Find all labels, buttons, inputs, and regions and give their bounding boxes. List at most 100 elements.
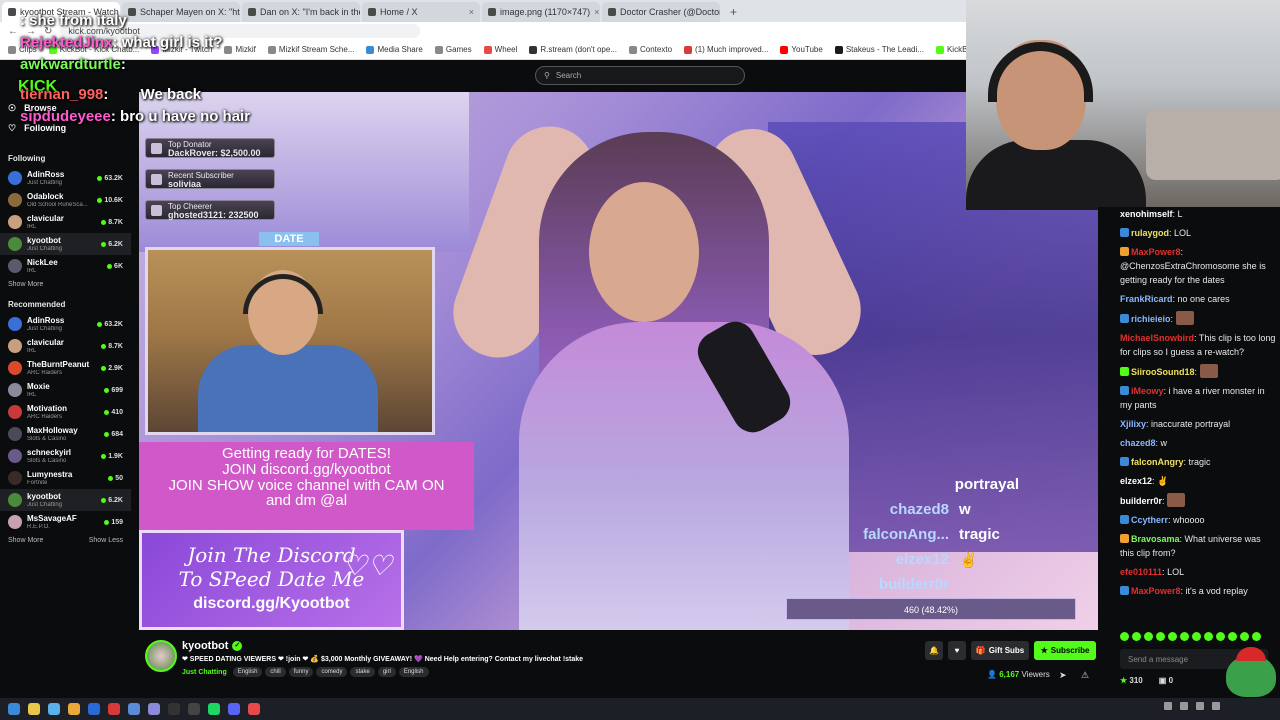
- emote-row[interactable]: [1120, 632, 1261, 641]
- chat-username[interactable]: falconAngry: [1131, 457, 1184, 467]
- spotify-icon[interactable]: [208, 703, 220, 715]
- app-icon[interactable]: [248, 703, 260, 715]
- back-icon[interactable]: ←: [8, 26, 18, 37]
- sidebar-channel-lumynestra[interactable]: Lumynestra Fortnite 50: [8, 467, 123, 489]
- bookmark-item[interactable]: Media Share: [366, 45, 423, 54]
- video-player[interactable]: Top Donator DackRover: $2,500.00 Recent S…: [139, 92, 1098, 630]
- stream-tag[interactable]: funny: [288, 667, 314, 677]
- chat-username[interactable]: chazed8: [1120, 438, 1156, 448]
- chat-username[interactable]: rulaygod: [1131, 228, 1169, 238]
- chat-username[interactable]: elzex12: [1120, 476, 1152, 486]
- follow-heart-button[interactable]: ♥: [948, 641, 966, 660]
- sidebar-channel-odablock[interactable]: Odablock Old School RuneSca... 10.6K: [8, 189, 123, 211]
- chat-username[interactable]: builderr0r: [1120, 496, 1162, 506]
- stream-tag[interactable]: English: [398, 667, 429, 677]
- app-icon[interactable]: [108, 703, 120, 715]
- sidebar-channel-mssavageaf[interactable]: MsSavageAF R.E.P.O. 159: [8, 511, 123, 533]
- share-icon[interactable]: ➤: [1059, 670, 1067, 681]
- stream-tag[interactable]: girl: [377, 667, 396, 677]
- streamer-name-text[interactable]: kyootbot: [182, 640, 228, 652]
- tray-icon[interactable]: [1212, 702, 1220, 710]
- stream-tag[interactable]: stake: [350, 667, 375, 677]
- new-tab-icon[interactable]: +: [722, 2, 745, 22]
- close-icon[interactable]: ×: [469, 7, 474, 17]
- chat-username[interactable]: MichaelSnowbird: [1120, 333, 1194, 343]
- discord-icon[interactable]: [228, 703, 240, 715]
- notification-bell-button[interactable]: 🔔: [925, 641, 943, 660]
- emote-icon[interactable]: [1168, 632, 1177, 641]
- sidebar-channel-nicklee[interactable]: NickLee IRL 6K: [8, 255, 123, 277]
- report-icon[interactable]: ⚠: [1081, 670, 1089, 681]
- app-icon[interactable]: [128, 703, 140, 715]
- app-icon[interactable]: [88, 703, 100, 715]
- stream-tag[interactable]: chill: [265, 667, 286, 677]
- file-explorer-icon[interactable]: [28, 703, 40, 715]
- browser-tab[interactable]: Dan on X: "I'm back in the FUC...×: [242, 2, 360, 22]
- browser-tab[interactable]: Home / X ×: [362, 2, 480, 22]
- sidebar-channel-kyootbot[interactable]: kyootbot Just Chatting 6.2K: [0, 233, 131, 255]
- app-icon[interactable]: [148, 703, 160, 715]
- close-icon[interactable]: ×: [594, 7, 599, 17]
- app-icon[interactable]: [188, 703, 200, 715]
- emote-icon[interactable]: [1240, 632, 1249, 641]
- sidebar-channel-adinross[interactable]: AdinRoss Just Chatting 63.2K: [8, 313, 123, 335]
- tray-icon[interactable]: [1196, 702, 1204, 710]
- sidebar-channel-motivation[interactable]: Motivation ARC Raiders 410: [8, 401, 123, 423]
- emote-icon[interactable]: [1132, 632, 1141, 641]
- browser-tab[interactable]: Doctor Crasher (@DoctorCrash...×: [602, 2, 720, 22]
- chat-username[interactable]: Ccytherr: [1131, 515, 1168, 525]
- windows-start-icon[interactable]: [8, 703, 20, 715]
- bookmark-item[interactable]: KickBot Clip Comm...: [935, 45, 966, 54]
- emote-icon[interactable]: [1204, 632, 1213, 641]
- sidebar-channel-kyootbot[interactable]: kyootbot Just Chatting 6.2K: [0, 489, 131, 511]
- bookmark-item[interactable]: Stakeus - The Leadi...: [834, 45, 924, 54]
- stream-tag[interactable]: English: [232, 667, 263, 677]
- points-display[interactable]: ★ 310: [1120, 676, 1143, 685]
- following-show-more[interactable]: Show More: [8, 281, 123, 288]
- emote-icon[interactable]: [1228, 632, 1237, 641]
- sidebar-channel-adinross[interactable]: AdinRoss Just Chatting 63.2K: [8, 167, 123, 189]
- subscribe-button[interactable]: ★ Subscribe: [1034, 641, 1096, 660]
- bookmark-item[interactable]: YouTube: [780, 45, 823, 54]
- sidebar-channel-theburntpeanut[interactable]: TheBurntPeanut ARC Raiders 2.9K: [8, 357, 123, 379]
- chat-username[interactable]: MaxPower8: [1131, 247, 1181, 257]
- search-input[interactable]: ⚲ Search: [535, 66, 745, 85]
- gift-subs-button[interactable]: 🎁 Gift Subs: [971, 641, 1029, 660]
- bookmark-item[interactable]: Games: [434, 45, 472, 54]
- emote-icon[interactable]: [1156, 632, 1165, 641]
- bookmark-item[interactable]: (1) Much improved...: [684, 45, 768, 54]
- browser-tab[interactable]: Schaper Mayen on X: "https://...×: [122, 2, 240, 22]
- chat-username[interactable]: richieieio: [1131, 314, 1171, 324]
- sidebar-channel-clavicular[interactable]: clavicular IRL 8.7K: [8, 335, 123, 357]
- app-icon[interactable]: [48, 703, 60, 715]
- emote-icon[interactable]: [1252, 632, 1261, 641]
- show-more-label[interactable]: Show More: [8, 281, 43, 288]
- chrome-icon[interactable]: [68, 703, 80, 715]
- streamer-avatar[interactable]: [145, 640, 177, 672]
- sidebar-channel-moxie[interactable]: Moxie IRL 699: [8, 379, 123, 401]
- emote-icon[interactable]: [1120, 632, 1129, 641]
- stream-tag[interactable]: comedy: [316, 667, 348, 677]
- chat-username[interactable]: SiirooSound18: [1131, 367, 1195, 377]
- sidebar-channel-clavicular[interactable]: clavicular IRL 8.7K: [8, 211, 123, 233]
- sidebar-channel-schneckyirl[interactable]: schneckyirl Slots & Casino 1.9K: [8, 445, 123, 467]
- emote-icon[interactable]: [1192, 632, 1201, 641]
- chat-username[interactable]: MaxPower8: [1131, 586, 1181, 596]
- tray-icon[interactable]: [1164, 702, 1172, 710]
- stream-category[interactable]: Just Chatting: [182, 669, 227, 676]
- emote-icon[interactable]: [1144, 632, 1153, 641]
- sidebar-channel-maxholloway[interactable]: MaxHolloway Slots & Casino 684: [8, 423, 123, 445]
- obs-icon[interactable]: [168, 703, 180, 715]
- tray-icon[interactable]: [1180, 702, 1188, 710]
- bookmark-item[interactable]: Mizkif: [224, 45, 256, 54]
- show-less-button[interactable]: Show Less: [89, 537, 123, 544]
- bookmark-item[interactable]: Contexto: [629, 45, 672, 54]
- chat-username[interactable]: iMeowy: [1131, 386, 1164, 396]
- chat-username[interactable]: Xjilixy: [1120, 419, 1146, 429]
- chat-username[interactable]: efe010111: [1120, 567, 1162, 577]
- browser-tab[interactable]: image.png (1170×747) ×: [482, 2, 600, 22]
- chat-username[interactable]: Bravosama: [1131, 534, 1180, 544]
- bookmark-item[interactable]: Wheel: [483, 45, 517, 54]
- emote-icon[interactable]: [1216, 632, 1225, 641]
- bookmark-item[interactable]: R.stream (don't ope...: [529, 45, 617, 54]
